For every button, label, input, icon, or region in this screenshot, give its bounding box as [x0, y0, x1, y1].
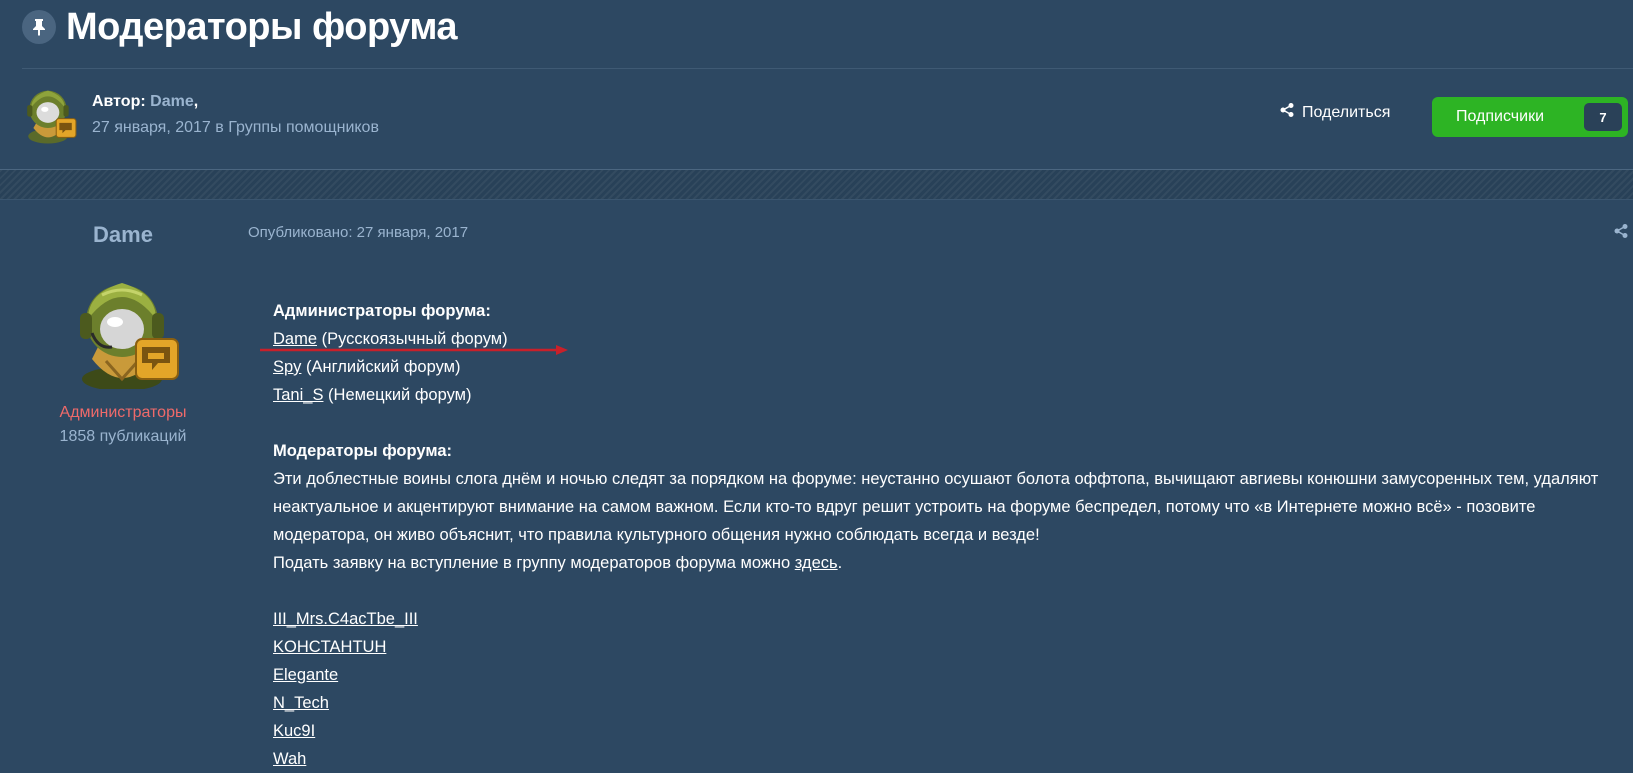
apply-text: Подать заявку на вступление в группу мод…	[273, 554, 795, 572]
apply-end: .	[837, 554, 843, 572]
post-date: Опубликовано: 27 января, 2017	[248, 224, 469, 241]
admin-entry: Spy (Английский форум)	[273, 353, 1618, 381]
post-content: Администраторы форума: Dame (Русскоязычн…	[273, 297, 1618, 773]
poster-avatar[interactable]	[72, 275, 180, 391]
admin-link[interactable]: Tani_S	[273, 386, 323, 404]
admins-heading: Администраторы форума:	[273, 302, 491, 320]
author-line: Автор: Dame,	[92, 93, 198, 111]
moderator-entry: KOHCTAHTUH	[273, 633, 1618, 661]
admin-note: (Немецкий форум)	[323, 386, 472, 404]
author-suffix: ,	[193, 93, 199, 110]
separator-line-bottom	[0, 199, 1633, 200]
header-divider	[22, 68, 1633, 69]
post-share-icon[interactable]	[1614, 224, 1628, 243]
follow-label: Подписчики	[1456, 108, 1545, 125]
apply-line: Подать заявку на вступление в группу мод…	[273, 549, 1618, 577]
follow-count: 7	[1584, 103, 1622, 131]
poster-post-count: 1858 публикаций	[59, 428, 187, 445]
moderator-entry: Elegante	[273, 661, 1618, 689]
admin-note: (Английский форум)	[301, 358, 461, 376]
moderator-link[interactable]: Elegante	[273, 666, 338, 684]
admin-entry: Tani_S (Немецкий форум)	[273, 381, 1618, 409]
moderator-link[interactable]: Wah	[273, 750, 306, 768]
apply-link[interactable]: здесь	[795, 554, 838, 572]
moderator-entry: Kuc9I	[273, 717, 1618, 745]
admin-link[interactable]: Spy	[273, 358, 301, 376]
mods-heading: Модераторы форума:	[273, 442, 452, 460]
share-button[interactable]: Поделиться	[1280, 103, 1390, 122]
pin-icon	[22, 10, 56, 44]
moderator-link[interactable]: III_Mrs.C4acTbe_III	[273, 610, 418, 628]
poster-name[interactable]: Dame	[0, 222, 246, 248]
moderator-entry: III_Mrs.C4acTbe_III	[273, 605, 1618, 633]
moderator-link[interactable]: Kuc9I	[273, 722, 315, 740]
page-title: Модераторы форума	[66, 6, 458, 48]
separator-band	[0, 170, 1633, 199]
poster-group: Администраторы	[59, 404, 187, 421]
topic-meta: 27 января, 2017 в Группы помощников	[92, 119, 379, 136]
mods-description: Эти доблестные воины слога днём и ночью …	[273, 470, 1599, 544]
author-label: Автор:	[92, 93, 146, 110]
moderator-entry: Wah	[273, 745, 1618, 773]
author-avatar[interactable]	[22, 84, 78, 144]
moderator-link[interactable]: KOHCTAHTUH	[273, 638, 386, 656]
red-arrow-annotation	[260, 345, 568, 355]
author-link[interactable]: Dame	[150, 93, 194, 110]
moderator-entry: N_Tech	[273, 689, 1618, 717]
share-icon	[1280, 103, 1294, 122]
share-label: Поделиться	[1302, 103, 1391, 121]
moderator-link[interactable]: N_Tech	[273, 694, 329, 712]
follow-button[interactable]: Подписчики 7	[1432, 97, 1628, 137]
